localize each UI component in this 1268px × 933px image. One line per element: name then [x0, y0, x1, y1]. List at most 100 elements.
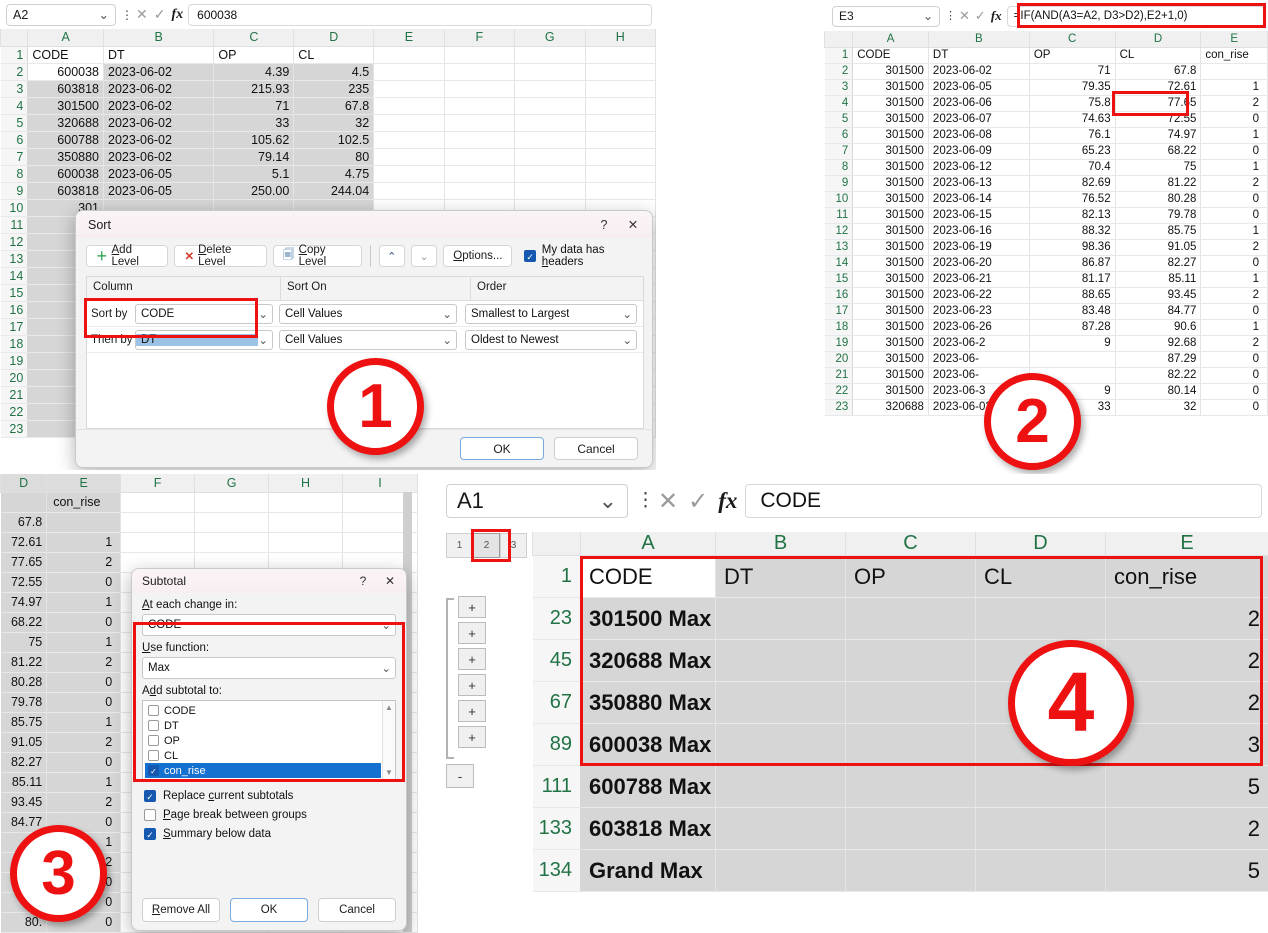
cell-op[interactable]: 71 [213, 97, 295, 115]
header-cell-CL[interactable]: CL [1115, 47, 1202, 64]
cell-code[interactable]: 301500 [852, 175, 929, 192]
cell-cl[interactable]: 72.61 [1115, 79, 1202, 96]
row-header-15[interactable]: 15 [0, 284, 29, 302]
cell-dt[interactable]: 2023-06-05 [103, 165, 215, 183]
copy-level-button[interactable]: 🗐 Copy Level [273, 244, 362, 268]
cell-cl[interactable]: 90.6 [1115, 319, 1202, 336]
row-header-2[interactable]: 2 [824, 63, 854, 80]
column-header-B[interactable]: B [927, 31, 1030, 48]
move-up-button[interactable]: ⌃ [378, 245, 405, 267]
cell-dt[interactable]: 2023-06-02 [103, 131, 215, 149]
row-header-22[interactable]: 22 [824, 383, 854, 400]
cell-cl[interactable]: 68.22 [1115, 143, 1202, 160]
cell-subtotal-value[interactable]: 2 [1105, 639, 1268, 682]
cell-cl[interactable]: 93.45 [0, 792, 48, 813]
empty-cell[interactable] [514, 131, 586, 149]
column-header-E[interactable]: E [1200, 31, 1268, 48]
cell-op[interactable]: 79.35 [1029, 79, 1116, 96]
empty-cell[interactable] [444, 97, 516, 115]
row-header-23[interactable]: 23 [532, 597, 581, 640]
row-header-23[interactable]: 23 [0, 420, 29, 438]
row-header-134[interactable]: 134 [532, 849, 581, 892]
empty-cell[interactable] [715, 681, 846, 724]
cell-con-rise[interactable]: 1 [46, 772, 122, 793]
empty-cell[interactable] [975, 807, 1106, 850]
outline-expand-button[interactable]: + [458, 648, 486, 670]
row-header-13[interactable]: 13 [0, 250, 29, 268]
cell-con-rise[interactable]: 1 [1200, 319, 1268, 336]
cell-cl[interactable]: 85.11 [1115, 271, 1202, 288]
cell-cl[interactable]: 80.28 [1115, 191, 1202, 208]
row-header-11[interactable]: 11 [0, 216, 29, 234]
close-icon[interactable]: ✕ [376, 574, 404, 588]
cell-con-rise[interactable]: 0 [1200, 111, 1268, 128]
column-header-A[interactable]: A [852, 31, 929, 48]
empty-cell[interactable] [715, 723, 846, 766]
cell-con-rise[interactable]: 2 [46, 552, 122, 573]
more-options-icon[interactable]: ⋮ [121, 9, 133, 21]
cell-cl[interactable]: 72.55 [0, 572, 48, 593]
cell-subtotal-label[interactable]: 600038 Max [580, 723, 716, 766]
cell-op[interactable]: 65.23 [1029, 143, 1116, 160]
empty-cell[interactable] [373, 46, 445, 64]
cell-code[interactable]: 301500 [852, 143, 929, 160]
help-icon[interactable]: ? [590, 218, 618, 232]
row-header-3[interactable]: 3 [824, 79, 854, 96]
cell-code[interactable]: 301500 [852, 63, 929, 80]
formula-input-4[interactable]: CODE [745, 484, 1262, 518]
cell-code[interactable]: 301500 [852, 207, 929, 224]
empty-cell[interactable] [444, 182, 516, 200]
cell-cl[interactable]: 72.61 [0, 532, 48, 553]
page-break-checkbox[interactable]: Page break between groups [144, 809, 394, 821]
cell-cl[interactable]: 92.68 [1115, 335, 1202, 352]
checkbox-checked-icon[interactable]: ✓ [148, 765, 159, 776]
cell-subtotal-label[interactable]: 320688 Max [580, 639, 716, 682]
name-box-1[interactable]: A2 ⌄ [6, 3, 116, 26]
subtotal-field-item[interactable]: CODE [145, 703, 381, 718]
formula-input-2[interactable]: =IF(AND(A3=A2, D3>D2),E2+1,0) [1006, 5, 1266, 27]
cell-dt[interactable]: 2023-06-05 [103, 182, 215, 200]
move-down-button[interactable]: ⌄ [410, 245, 438, 267]
empty-cell[interactable] [585, 80, 656, 98]
cell-con-rise[interactable]: 0 [1200, 303, 1268, 320]
cancel-entry-icon[interactable]: ✕ [959, 8, 970, 24]
empty-cell[interactable] [194, 512, 270, 533]
cell-subtotal-value[interactable]: 3 [1105, 723, 1268, 766]
cell-subtotal-value[interactable]: 2 [1105, 807, 1268, 850]
column-header-D[interactable]: D [0, 474, 48, 493]
column-header-C[interactable]: C [213, 29, 295, 47]
row-header-10[interactable]: 10 [824, 191, 854, 208]
column-header-D[interactable]: D [975, 532, 1106, 556]
empty-cell[interactable] [120, 492, 196, 513]
cell-op[interactable]: 75.8 [1029, 95, 1116, 112]
cell-dt[interactable]: 2023-06-13 [928, 175, 1030, 192]
header-cell-CL[interactable]: CL [975, 555, 1106, 598]
select-all-corner[interactable] [532, 532, 581, 556]
formula-input-1[interactable]: 600038 [188, 3, 652, 26]
cell-subtotal-value[interactable]: 5 [1105, 849, 1268, 892]
row-header-18[interactable]: 18 [824, 319, 854, 336]
row-header-19[interactable]: 19 [824, 335, 854, 352]
row-header-6[interactable]: 6 [0, 131, 29, 149]
row-header-4[interactable]: 4 [824, 95, 854, 112]
cell-cl[interactable]: 79.78 [0, 692, 48, 713]
column-header-C[interactable]: C [845, 532, 976, 556]
empty-cell[interactable] [373, 131, 445, 149]
cell-cl[interactable]: 82.27 [1115, 255, 1202, 272]
cell-dt[interactable]: 2023-06-06 [928, 95, 1030, 112]
empty-cell[interactable] [975, 765, 1106, 808]
empty-cell[interactable] [444, 63, 516, 81]
empty-cell[interactable] [268, 492, 343, 513]
empty-cell[interactable] [845, 723, 976, 766]
cell-code[interactable]: 301500 [852, 383, 929, 400]
cell-cl[interactable]: 75 [0, 632, 48, 653]
more-options-icon[interactable]: ⋮ [636, 491, 655, 510]
cell-con-rise[interactable]: 1 [1200, 159, 1268, 176]
cell-cl[interactable]: 67.8 [0, 512, 48, 533]
cell-dt[interactable]: 2023-06-22 [928, 287, 1030, 304]
cell-dt[interactable]: 2023-06-12 [928, 159, 1030, 176]
cell-cl[interactable]: 81.22 [1115, 175, 1202, 192]
cell-code[interactable]: 301500 [852, 191, 929, 208]
cell-subtotal-label[interactable]: 600788 Max [580, 765, 716, 808]
cell-cl[interactable]: 84.77 [1115, 303, 1202, 320]
